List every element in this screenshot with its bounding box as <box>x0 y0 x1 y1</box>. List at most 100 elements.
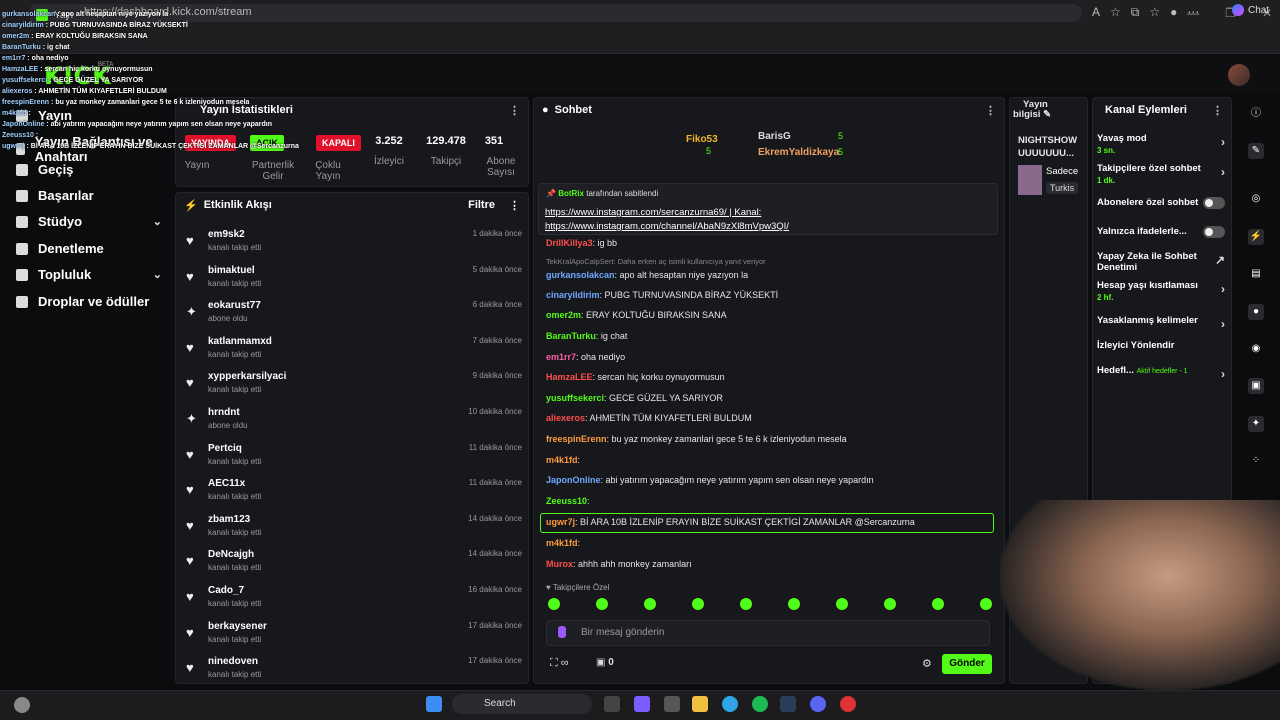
layout-icon[interactable]: ▣ <box>1248 378 1264 394</box>
info-icon[interactable]: ⓘ <box>1248 106 1264 122</box>
chat-username[interactable]: m4k1fd <box>546 538 578 548</box>
emote-icon[interactable] <box>548 598 560 610</box>
start-icon[interactable] <box>426 696 442 712</box>
activity-item[interactable]: ♥ bimaktuel kanalı takip etti 5 dakika önce <box>186 265 522 299</box>
chat-username[interactable]: gurkansolakcan <box>546 270 615 280</box>
chat-input[interactable]: Bir mesaj gönderin <box>546 620 990 646</box>
extensions-icon[interactable]: ⧉ <box>1131 5 1140 20</box>
sidebar-item-studio[interactable]: Stüdyo ⌄ <box>16 214 162 229</box>
chat-message[interactable]: DrillKillya3: ig bb <box>546 238 998 248</box>
pinned-link-2[interactable]: https://www.instagram.com/channel/AbaN9z… <box>545 221 789 232</box>
ai-moderation-action[interactable]: Yapay Zeka ile Sohbet Denetimi ↗ <box>1097 251 1225 273</box>
spotify-icon[interactable] <box>752 696 768 712</box>
activity-item[interactable]: ✦ hrndnt abone oldu 10 dakika önce <box>186 407 522 441</box>
users-icon[interactable]: ⛶ ∞ <box>550 657 569 670</box>
sidebar-item-moderation[interactable]: Denetleme <box>16 241 162 256</box>
filter-button[interactable]: Filtre <box>468 199 495 211</box>
broadcast-icon[interactable]: ◉ <box>1248 341 1264 357</box>
activity-item[interactable]: ♥ Pertciq kanalı takip etti 11 dakika önce <box>186 443 522 477</box>
activity-item[interactable]: ♥ zbam123 kanalı takip etti 14 dakika önce <box>186 514 522 548</box>
activity-item[interactable]: ♥ katlanmamxd kanalı takip etti 7 dakika ön… <box>186 336 522 370</box>
more-icon[interactable]: ⋯ <box>1187 5 1199 20</box>
goals-action[interactable]: Hedefl... Aktif hedefler - 1 › <box>1097 365 1225 381</box>
sidebar-item-community[interactable]: Topluluk ⌄ <box>16 267 162 282</box>
chat-message[interactable]: aliexeros: AHMETİN TÜM KIYAFETLERİ BULDU… <box>546 413 998 423</box>
more-options-icon[interactable]: ⋮ <box>509 104 520 117</box>
slow-mode-action[interactable]: Yavaş mod 3 sn. › <box>1097 133 1225 155</box>
user-avatar[interactable] <box>1228 64 1250 86</box>
copilot-app-icon[interactable] <box>634 696 650 712</box>
more-options-icon[interactable]: ⋮ <box>509 199 520 212</box>
account-age-action[interactable]: Hesap yaşı kısıtlaması 2 hf. › <box>1097 280 1225 302</box>
emote-icon[interactable] <box>692 598 704 610</box>
edit-icon[interactable]: ✎ <box>1248 143 1264 159</box>
subs-chat-action[interactable]: Abonelere özel sohbet <box>1097 197 1225 209</box>
file-explorer-icon[interactable] <box>692 696 708 712</box>
profile-icon[interactable]: ● <box>1170 5 1177 20</box>
emote-icon[interactable] <box>884 598 896 610</box>
activity-item[interactable]: ♥ AEC11x kanalı takip etti 11 dakika önce <box>186 478 522 512</box>
chat-message[interactable]: JaponOnline: abi yatırım yapacağım neye … <box>546 475 998 485</box>
emote-icon[interactable] <box>740 598 752 610</box>
copilot-chat-button[interactable]: Chat <box>1232 4 1269 16</box>
emote-icon[interactable] <box>836 598 848 610</box>
chat-username[interactable]: Murox <box>546 559 573 569</box>
read-aloud-icon[interactable]: A <box>1092 5 1100 20</box>
chat-message[interactable]: Zeeuss10: <box>546 496 998 506</box>
chat-username[interactable]: Zeeuss10 <box>546 496 587 506</box>
edit-icon[interactable]: ✎ <box>1043 109 1051 120</box>
widgets-icon[interactable] <box>14 697 30 713</box>
chat-username[interactable]: ugwr7j <box>546 517 575 527</box>
emote-only-toggle[interactable] <box>1203 226 1225 238</box>
chat-message[interactable]: BaranTurku: ig chat <box>546 331 998 341</box>
chat-username[interactable]: freespinErenn <box>546 434 607 444</box>
subs-chat-toggle[interactable] <box>1203 197 1225 209</box>
task-view-icon[interactable] <box>604 696 620 712</box>
address-bar[interactable]: https://dashboard.kick.com/stream <box>72 4 1082 22</box>
chat-message[interactable]: freespinErenn: bu yaz monkey zamanlari g… <box>546 434 998 444</box>
more-options-icon[interactable]: ⋮ <box>1212 104 1223 117</box>
camera-icon[interactable]: ◎ <box>1248 191 1264 207</box>
chat-message[interactable]: Murox: ahhh ahh monkey zamanları <box>546 559 998 569</box>
activity-item[interactable]: ♥ ninedoven kanalı takip etti 17 dakika önc… <box>186 656 522 690</box>
chat-message[interactable]: yusuffsekerci: GECE GÜZEL YA SARIYOR <box>546 393 998 403</box>
chat-username[interactable]: em1rr7 <box>546 352 576 362</box>
emote-icon[interactable] <box>932 598 944 610</box>
chat-username[interactable]: BaranTurku <box>546 331 596 341</box>
chat-message[interactable]: cinaryildirim: PUBG TURNUVASINDA BİRAZ Y… <box>546 290 998 300</box>
raid-action[interactable]: İzleyici Yönlendir <box>1097 340 1225 351</box>
sidebar-item-achievements[interactable]: Başarılar <box>16 188 162 203</box>
chat-settings-icon[interactable]: ⚙ <box>922 657 932 670</box>
emote-icon[interactable] <box>980 598 992 610</box>
activity-item[interactable]: ♥ xypperkarsilyaci kanalı takip etti 9 daki… <box>186 371 522 405</box>
wrench-icon[interactable]: ✦ <box>1248 416 1264 432</box>
chat-message[interactable]: m4k1fd: <box>546 455 998 465</box>
emote-icon[interactable] <box>644 598 656 610</box>
chat-username[interactable]: aliexeros <box>546 413 585 423</box>
taskbar-search[interactable]: Search <box>452 694 592 714</box>
edge-icon[interactable] <box>722 696 738 712</box>
favorites-list-icon[interactable]: ☆ <box>1149 5 1160 20</box>
followers-chat-action[interactable]: Takipçilere özel sohbet 1 dk. › <box>1097 163 1225 185</box>
activity-item[interactable]: ♥ em9sk2 kanalı takip etti 1 dakika önce <box>186 229 522 263</box>
chat-message[interactable]: gurkansolakcan: apo alt hesaptan niye ya… <box>546 270 998 280</box>
activity-item[interactable]: ♥ DeNcajgh kanalı takip etti 14 dakika önce <box>186 549 522 583</box>
chat-message[interactable]: m4k1fd: <box>546 538 998 548</box>
chat-message[interactable]: HamzaLEE: sercan hiç korku oynuyormusun <box>546 372 998 382</box>
chat-message[interactable]: ugwr7j: Bİ ARA 10B İZLENİP ERAYIN BİZE S… <box>546 517 998 527</box>
multistream-toggle[interactable]: KAPALI <box>316 135 361 151</box>
bolt-icon[interactable]: ⚡ <box>1248 229 1264 245</box>
chat-username[interactable]: yusuffsekerci <box>546 393 604 403</box>
activity-item[interactable]: ♥ Cado_7 kanalı takip etti 16 dakika önce <box>186 585 522 619</box>
chat-username[interactable]: omer2m <box>546 310 581 320</box>
emote-only-action[interactable]: Yalnızca ifadelerle... <box>1097 226 1225 238</box>
send-button[interactable]: Gönder <box>942 654 992 674</box>
chat-username[interactable]: JaponOnline <box>546 475 601 485</box>
banned-words-action[interactable]: Yasaklanmış kelimeler › <box>1097 315 1225 331</box>
chat-message[interactable]: em1rr7: oha nediyo <box>546 352 998 362</box>
more-options-icon[interactable]: ⋮ <box>985 104 996 117</box>
chat-username[interactable]: m4k1fd <box>546 455 578 465</box>
sidebar-item-gecis[interactable]: Geçiş <box>16 162 162 177</box>
activity-item[interactable]: ✦ eokarust77 abone oldu 6 dakika önce <box>186 300 522 334</box>
steam-icon[interactable] <box>780 696 796 712</box>
